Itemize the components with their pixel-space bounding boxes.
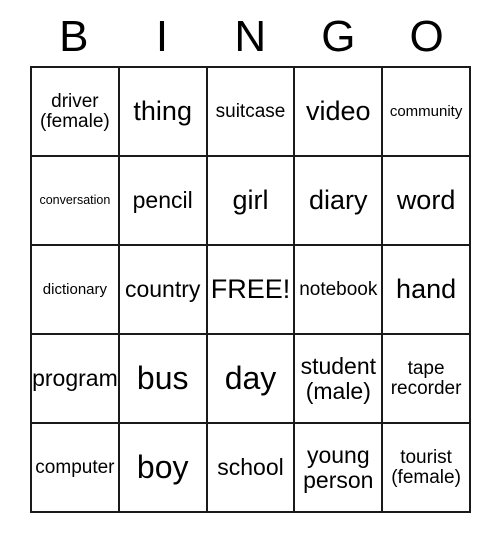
bingo-cell-label: driver (female) [40, 90, 110, 132]
bingo-header-letter-b: B [30, 8, 118, 66]
bingo-cell[interactable]: dictionary [32, 246, 120, 335]
bingo-grid: driver (female) thing suitcase video com… [30, 66, 471, 513]
bingo-cell[interactable]: driver (female) [32, 68, 120, 157]
bingo-cell-label: program [32, 365, 118, 392]
bingo-header-letter-g: G [295, 8, 383, 66]
bingo-cell-label: bus [136, 359, 189, 396]
bingo-cell[interactable]: word [383, 157, 471, 246]
bingo-header-letter-n: N [206, 8, 294, 66]
bingo-cell-label: word [396, 185, 456, 216]
bingo-cell[interactable]: boy [119, 424, 208, 513]
bingo-cell[interactable]: girl [207, 157, 296, 246]
bingo-cell-label: hand [396, 274, 457, 305]
bingo-cell-free[interactable]: FREE! [207, 246, 296, 335]
bingo-row: driver (female) thing suitcase video com… [32, 68, 471, 157]
bingo-header-letter-i: I [118, 8, 206, 66]
bingo-header-row: B I N G O [30, 8, 471, 66]
bingo-cell-label: computer [35, 456, 115, 478]
bingo-cell[interactable]: community [383, 68, 471, 157]
bingo-cell-label: video [306, 96, 371, 127]
bingo-cell-label: girl [232, 185, 269, 216]
bingo-cell[interactable]: country [119, 246, 208, 335]
bingo-row: program bus day student (male) tape reco… [32, 335, 471, 424]
bingo-cell[interactable]: diary [295, 157, 384, 246]
bingo-cell-label: country [124, 276, 201, 303]
header-letter-text: B [59, 12, 90, 61]
bingo-cell-label: boy [136, 448, 189, 485]
bingo-cell[interactable]: conversation [32, 157, 120, 246]
bingo-cell[interactable]: video [295, 68, 384, 157]
header-letter-text: I [155, 12, 169, 61]
bingo-cell-label: notebook [299, 278, 378, 300]
bingo-cell[interactable]: school [207, 424, 296, 513]
bingo-cell[interactable]: hand [383, 246, 471, 335]
header-letter-text: O [409, 12, 445, 61]
bingo-header-letter-o: O [383, 8, 471, 66]
bingo-cell-label: day [224, 359, 277, 396]
bingo-cell[interactable]: tape recorder [383, 335, 471, 424]
bingo-cell[interactable]: day [207, 335, 296, 424]
bingo-cell[interactable]: notebook [295, 246, 384, 335]
bingo-cell[interactable]: young person [295, 424, 384, 513]
bingo-cell[interactable]: tourist (female) [383, 424, 471, 513]
bingo-row: computer boy school young person tourist… [32, 424, 471, 513]
bingo-cell[interactable]: bus [119, 335, 208, 424]
bingo-cell-label: suitcase [215, 100, 286, 122]
header-letter-text: G [321, 12, 357, 61]
bingo-cell-label: community [389, 102, 463, 120]
bingo-row: conversation pencil girl diary word [32, 157, 471, 246]
header-letter-text: N [234, 12, 267, 61]
bingo-cell[interactable]: computer [32, 424, 120, 513]
bingo-card: B I N G O driver (female) thing suitcase… [30, 8, 471, 513]
bingo-cell-label: student (male) [300, 353, 377, 404]
bingo-free-label: FREE! [210, 274, 291, 305]
bingo-cell-label: pencil [132, 187, 193, 214]
bingo-cell[interactable]: suitcase [207, 68, 296, 157]
bingo-cell-label: diary [309, 185, 368, 216]
bingo-cell-label: thing [133, 96, 192, 127]
bingo-cell[interactable]: pencil [119, 157, 208, 246]
bingo-cell-label: dictionary [42, 280, 107, 298]
bingo-row: dictionary country FREE! notebook hand [32, 246, 471, 335]
bingo-cell-label: tape recorder [390, 357, 462, 399]
bingo-cell-label: young person [303, 442, 374, 493]
bingo-cell-label: school [217, 454, 284, 481]
bingo-cell[interactable]: program [32, 335, 120, 424]
bingo-cell[interactable]: thing [119, 68, 208, 157]
bingo-cell-label: conversation [39, 192, 111, 207]
bingo-cell[interactable]: student (male) [295, 335, 384, 424]
bingo-cell-label: tourist (female) [391, 446, 461, 488]
